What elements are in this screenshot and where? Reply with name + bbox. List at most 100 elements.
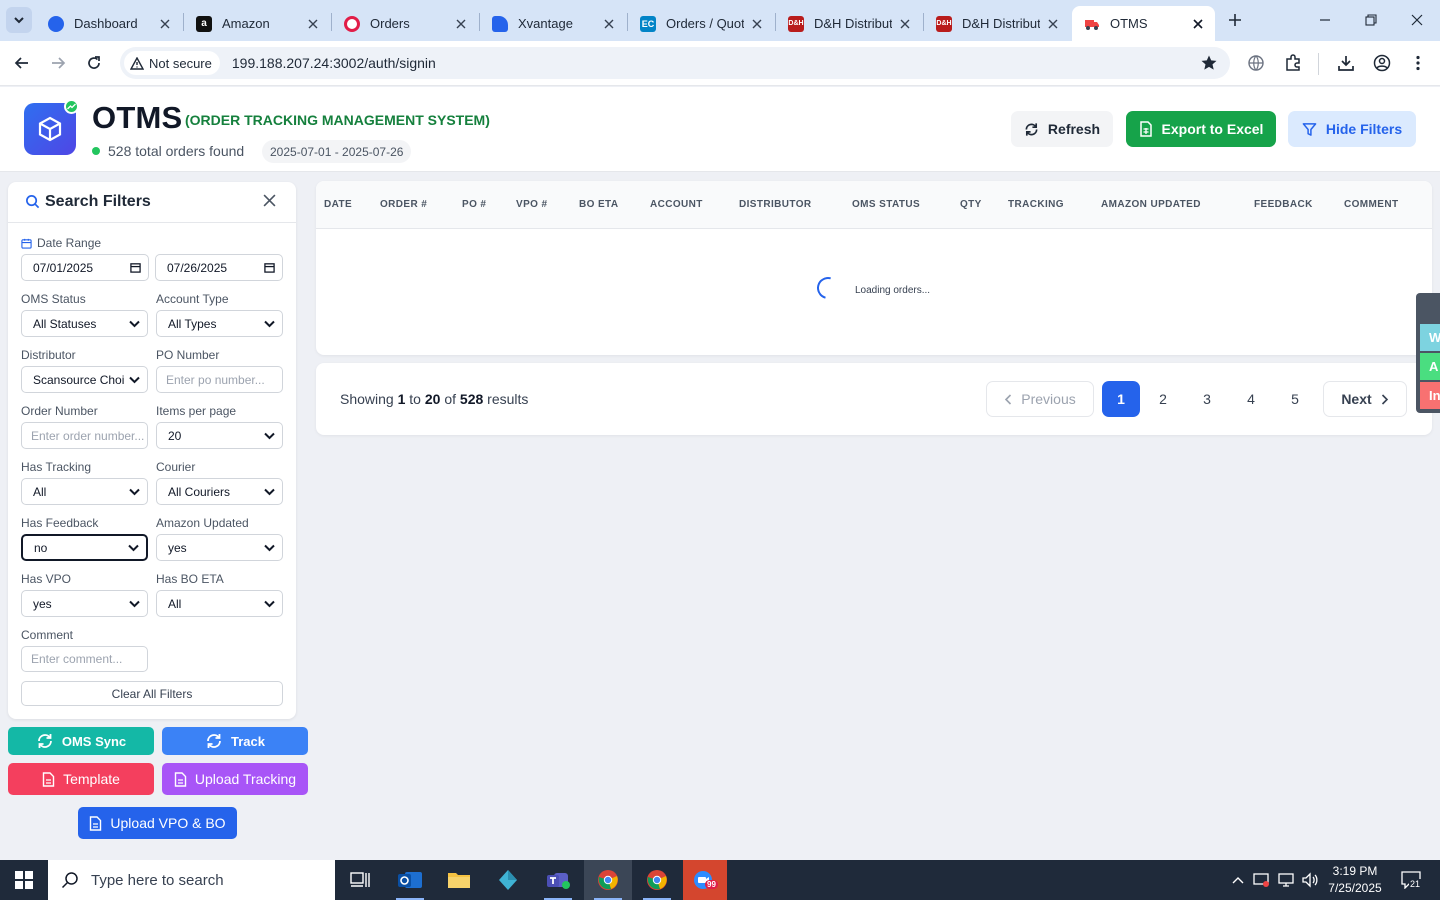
has-bo-eta-select[interactable]: All	[156, 590, 283, 617]
close-icon[interactable]	[1046, 17, 1060, 31]
notifications-button[interactable]: 21	[1398, 870, 1424, 890]
upload-vpo-bo-button[interactable]: Upload VPO & BO	[78, 807, 237, 839]
volume-button[interactable]	[1300, 870, 1320, 890]
page-button-4[interactable]: 4	[1232, 381, 1270, 417]
page-button-3[interactable]: 3	[1188, 381, 1226, 417]
start-button[interactable]	[0, 860, 48, 900]
column-header-qty[interactable]: QTY	[960, 199, 982, 210]
account-type-select[interactable]: All Types	[156, 310, 283, 337]
taskbar-zoom[interactable]: 99	[683, 860, 727, 900]
column-header-distributor[interactable]: DISTRIBUTOR	[739, 199, 812, 210]
back-button[interactable]	[8, 49, 36, 77]
tab-dh-distributing-2[interactable]: D&H D&H Distribut	[924, 6, 1070, 41]
network-button[interactable]	[1276, 870, 1296, 890]
close-icon[interactable]	[454, 17, 468, 31]
column-header-po[interactable]: PO #	[462, 199, 486, 210]
minimize-button[interactable]	[1302, 0, 1348, 40]
track-button[interactable]: Track	[162, 727, 308, 755]
bookmark-star-icon[interactable]	[1200, 54, 1218, 77]
previous-page-button[interactable]: Previous	[986, 381, 1094, 417]
has-vpo-select[interactable]: yes	[21, 590, 148, 617]
clear-all-filters-button[interactable]: Clear All Filters	[21, 681, 283, 706]
tab-dashboard[interactable]: Dashboard	[36, 6, 182, 41]
side-widget-tab-in[interactable]: In	[1420, 382, 1440, 409]
column-header-bo-eta[interactable]: BO ETA	[579, 199, 618, 210]
column-header-tracking[interactable]: TRACKING	[1008, 199, 1064, 210]
comment-input[interactable]: Enter comment...	[21, 646, 148, 672]
column-header-amazon-updated[interactable]: AMAZON UPDATED	[1101, 199, 1201, 210]
calendar-icon[interactable]	[128, 262, 142, 273]
meet-now-button[interactable]	[1252, 870, 1272, 890]
order-number-input[interactable]: Enter order number...	[21, 422, 148, 449]
close-icon[interactable]	[306, 17, 320, 31]
taskbar-file-explorer[interactable]	[435, 860, 483, 900]
address-bar[interactable]: Not secure 199.188.207.24:3002/auth/sign…	[120, 47, 1230, 79]
next-page-button[interactable]: Next	[1323, 381, 1407, 417]
extensions-button[interactable]	[1279, 49, 1307, 77]
hide-filters-button[interactable]: Hide Filters	[1288, 111, 1416, 147]
tab-search-button[interactable]	[6, 7, 32, 33]
distributor-select[interactable]: Scansource Choi	[21, 366, 148, 393]
new-tab-button[interactable]	[1224, 9, 1246, 31]
translate-button[interactable]	[1242, 49, 1270, 77]
show-hidden-icons-button[interactable]	[1228, 870, 1248, 890]
account-type-value: All Types	[168, 316, 217, 331]
security-chip[interactable]: Not secure	[124, 51, 220, 75]
courier-select[interactable]: All Couriers	[156, 478, 283, 505]
column-header-feedback[interactable]: FEEDBACK	[1254, 199, 1313, 210]
has-feedback-select[interactable]: no	[21, 534, 148, 561]
calendar-icon[interactable]	[262, 262, 276, 273]
date-to-input[interactable]: 07/26/2025	[155, 254, 283, 281]
column-header-vpo[interactable]: VPO #	[516, 199, 547, 210]
reload-button[interactable]	[80, 49, 108, 77]
tab-amazon[interactable]: a Amazon	[184, 6, 330, 41]
taskbar-clock[interactable]: 3:19 PM 7/25/2025	[1322, 863, 1388, 897]
page-button-2[interactable]: 2	[1144, 381, 1182, 417]
close-window-button[interactable]	[1394, 0, 1440, 40]
downloads-button[interactable]	[1332, 49, 1360, 77]
tab-otms[interactable]: OTMS	[1072, 6, 1215, 41]
oms-status-select[interactable]: All Statuses	[21, 310, 148, 337]
export-excel-button[interactable]: Export to Excel	[1126, 111, 1276, 147]
template-button[interactable]: Template	[8, 763, 154, 795]
taskbar-app-diamond[interactable]	[484, 860, 532, 900]
page-button-1[interactable]: 1	[1102, 381, 1140, 417]
tab-orders[interactable]: Orders	[332, 6, 478, 41]
taskbar-outlook[interactable]	[386, 860, 434, 900]
task-view-button[interactable]	[336, 860, 384, 900]
restore-button[interactable]	[1348, 0, 1394, 40]
amazon-updated-select[interactable]: yes	[156, 534, 283, 561]
browser-menu-button[interactable]	[1404, 49, 1432, 77]
chevron-down-icon	[262, 320, 276, 328]
page-button-5[interactable]: 5	[1276, 381, 1314, 417]
po-number-input[interactable]: Enter po number...	[156, 366, 283, 393]
close-icon[interactable]	[602, 17, 616, 31]
taskbar-chrome-active[interactable]	[584, 860, 632, 900]
close-icon[interactable]	[1191, 17, 1205, 31]
taskbar-search-box[interactable]: Type here to search	[48, 860, 335, 900]
taskbar-chrome[interactable]	[633, 860, 681, 900]
column-header-order[interactable]: ORDER #	[380, 199, 427, 210]
close-icon[interactable]	[750, 17, 764, 31]
close-icon[interactable]	[898, 17, 912, 31]
side-widget-tab-w[interactable]: W	[1420, 324, 1440, 351]
side-widget-tab-a[interactable]: A	[1420, 353, 1440, 380]
column-header-comment[interactable]: COMMENT	[1344, 199, 1398, 210]
profile-button[interactable]	[1368, 49, 1396, 77]
items-per-page-select[interactable]: 20	[156, 422, 283, 449]
forward-button[interactable]	[44, 49, 72, 77]
taskbar-teams[interactable]	[534, 860, 582, 900]
refresh-button[interactable]: Refresh	[1011, 111, 1113, 147]
column-header-date[interactable]: DATE	[324, 199, 352, 210]
upload-tracking-button[interactable]: Upload Tracking	[162, 763, 308, 795]
has-tracking-select[interactable]: All	[21, 478, 148, 505]
column-header-account[interactable]: ACCOUNT	[650, 199, 703, 210]
close-filters-icon[interactable]	[263, 194, 276, 212]
close-icon[interactable]	[158, 17, 172, 31]
tab-xvantage[interactable]: Xvantage	[480, 6, 626, 41]
date-from-input[interactable]: 07/01/2025	[21, 254, 149, 281]
oms-sync-button[interactable]: OMS Sync	[8, 727, 154, 755]
tab-dh-distributing-1[interactable]: D&H D&H Distribut	[776, 6, 922, 41]
tab-orders-quotes[interactable]: EC Orders / Quot	[628, 6, 774, 41]
column-header-oms-status[interactable]: OMS STATUS	[852, 199, 920, 210]
